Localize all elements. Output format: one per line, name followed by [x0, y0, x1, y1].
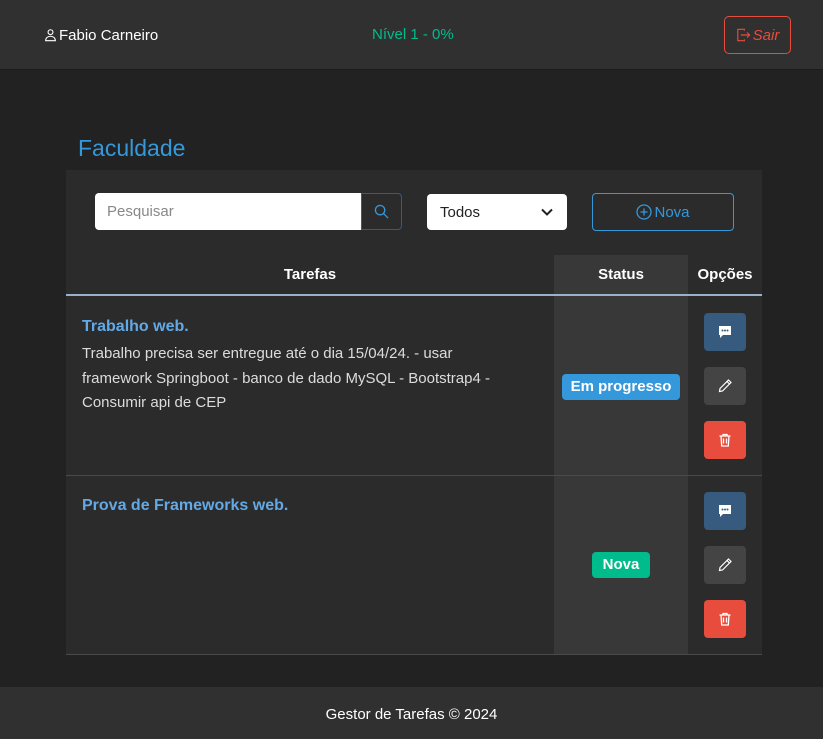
- logout-button[interactable]: Sair: [724, 16, 791, 54]
- table-row: Trabalho web. Trabalho precisa ser entre…: [66, 296, 762, 476]
- column-header-options: Opções: [697, 266, 753, 283]
- user-info: Fabio Carneiro: [44, 25, 158, 45]
- plus-circle-icon: [636, 204, 653, 220]
- user-icon: [45, 29, 56, 42]
- column-header-status: Status: [554, 255, 688, 294]
- new-task-label: Nova: [654, 203, 690, 221]
- column-header-tasks: Tarefas: [283, 266, 337, 283]
- tasks-card: Todos Nova Tarefas Status Opções Trabalh…: [66, 170, 762, 655]
- new-task-button[interactable]: Nova: [592, 193, 734, 231]
- footer: Gestor de Tarefas © 2024: [0, 687, 823, 739]
- edit-button[interactable]: [704, 367, 746, 405]
- logout-icon: [736, 28, 751, 42]
- pencil-icon: [718, 379, 732, 393]
- task-title[interactable]: Trabalho web.: [82, 318, 189, 336]
- filter-selected-value: Todos: [440, 203, 481, 221]
- footer-text: Gestor de Tarefas © 2024: [325, 706, 498, 723]
- trash-icon: [719, 433, 731, 447]
- table-row: Prova de Frameworks web. Nova: [66, 476, 762, 655]
- user-name: Fabio Carneiro: [59, 26, 159, 44]
- pencil-icon: [718, 558, 732, 572]
- comment-icon: [719, 326, 731, 338]
- task-title[interactable]: Prova de Frameworks web.: [82, 497, 288, 515]
- search-icon: [374, 204, 389, 219]
- search-button[interactable]: [361, 193, 402, 230]
- search-input[interactable]: [95, 193, 361, 230]
- comment-icon: [719, 505, 731, 517]
- status-badge: Em progresso: [562, 374, 680, 400]
- section-title: Faculdade: [78, 135, 186, 161]
- delete-button[interactable]: [704, 421, 746, 459]
- logout-label: Sair: [752, 26, 780, 44]
- comment-button[interactable]: [704, 492, 746, 530]
- delete-button[interactable]: [704, 600, 746, 638]
- table-header: Tarefas Status Opções: [66, 255, 762, 296]
- status-badge: Nova: [592, 552, 650, 578]
- task-description: Trabalho precisa ser entregue até o dia …: [82, 345, 490, 411]
- edit-button[interactable]: [704, 546, 746, 584]
- search-group: [95, 193, 402, 230]
- comment-button[interactable]: [704, 313, 746, 351]
- level-indicator: Nível 1 - 0%: [372, 26, 454, 43]
- chevron-down-icon: [541, 208, 553, 216]
- status-filter-select[interactable]: Todos: [427, 194, 567, 230]
- top-navbar: Fabio Carneiro Nível 1 - 0% Sair: [0, 0, 823, 70]
- trash-icon: [719, 612, 731, 626]
